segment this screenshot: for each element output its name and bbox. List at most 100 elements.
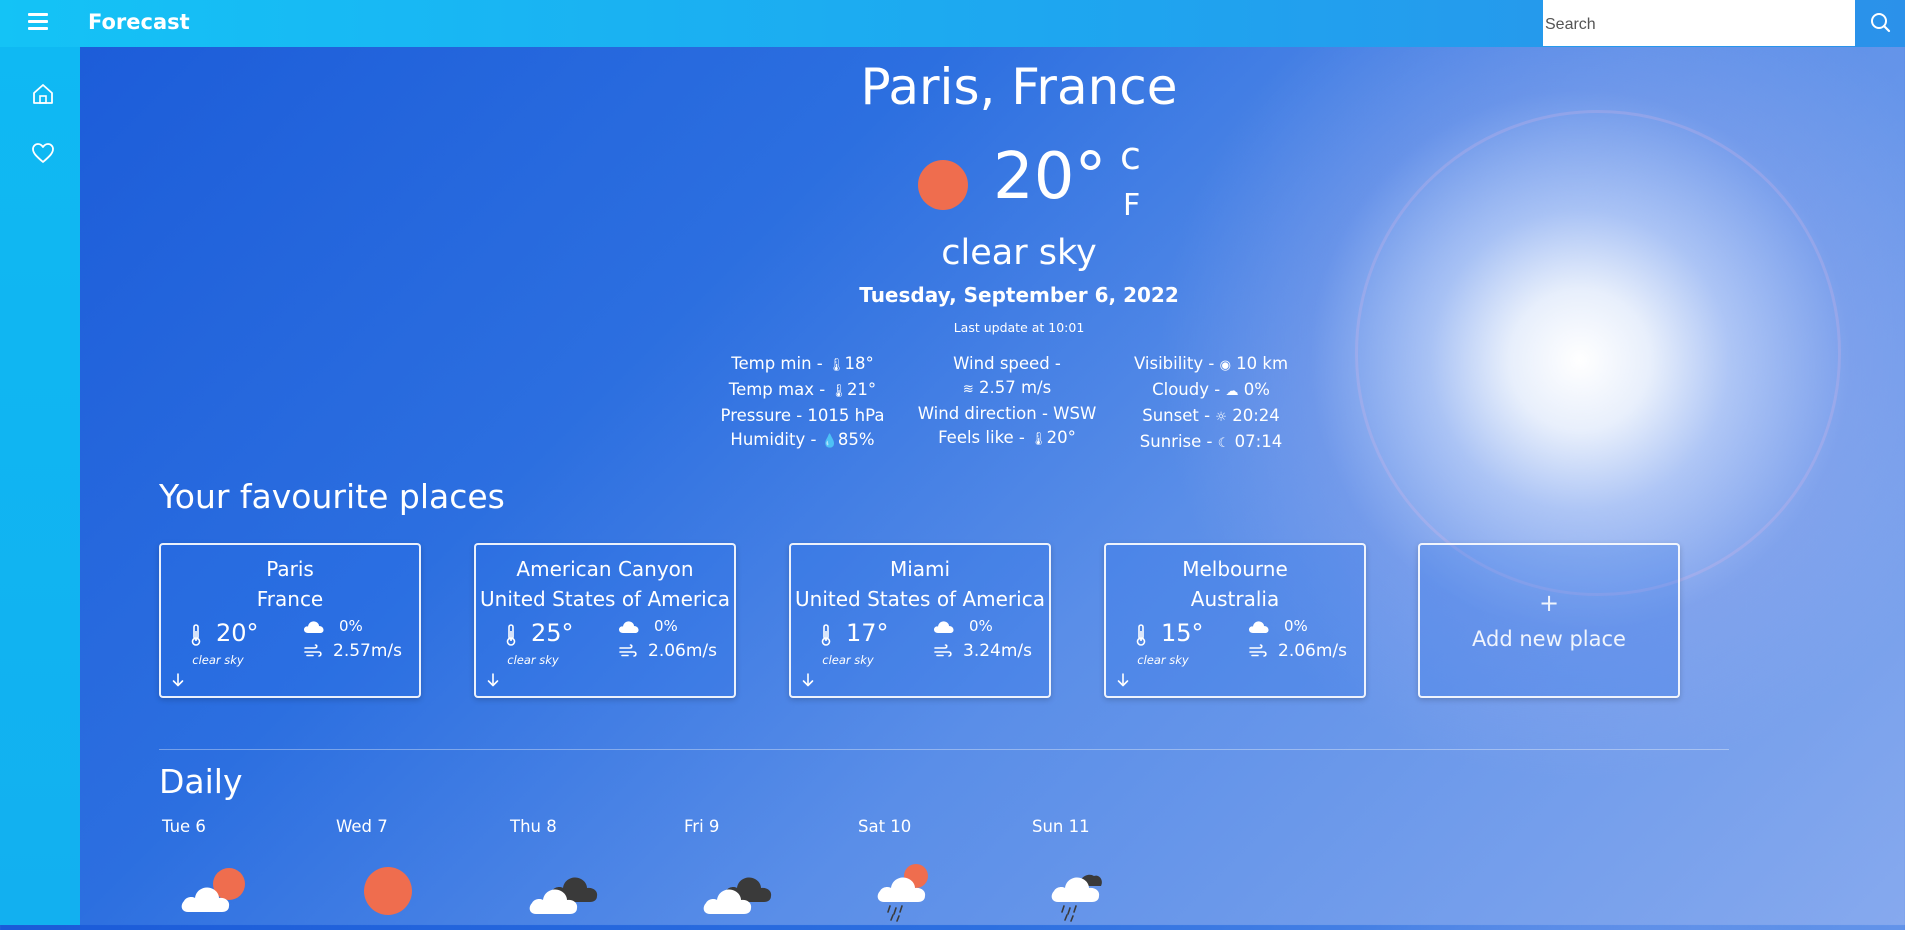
place-cloudiness: 0% [339,617,363,635]
daily-title: Daily [159,762,243,801]
place-description: clear sky [192,653,244,667]
place-country: Australia [1190,587,1280,611]
thermometer-icon [191,624,201,646]
favourite-place-card[interactable]: Melbourne Australia 15° clear sky 0% 2.0… [1104,543,1366,698]
place-city: American Canyon [516,557,694,581]
search-input[interactable] [1543,0,1855,46]
cloud-icon: ☁ [1225,384,1239,399]
place-description: clear sky [822,653,874,667]
detail-sunset: Sunset - ☼ 20:24 [1120,404,1302,430]
place-country: United States of America [795,587,1045,611]
thermometer-icon: 🌡 [828,358,845,373]
place-country: France [256,587,324,611]
place-wind-speed: 2.06m/s [648,641,717,661]
moon-icon: ☾ [1217,436,1230,451]
thermometer-icon: 🌡 [1030,432,1047,447]
daily-day-label: Thu 8 [510,817,557,836]
last-update-text: Last update at 10:01 [953,320,1085,335]
cloudy-icon [528,864,608,926]
thermometer-icon [1136,624,1146,646]
search-button[interactable] [1855,0,1905,46]
heart-icon [32,143,54,163]
place-city: Paris [266,557,314,581]
add-new-place-card[interactable]: + Add new place [1418,543,1680,698]
place-city: Melbourne [1182,557,1288,581]
favourite-place-card[interactable]: American Canyon United States of America… [474,543,736,698]
rain-cloud-icon [1050,864,1130,926]
daily-day-label: Tue 6 [162,817,206,836]
detail-feels-like: Feels like - 🌡20° [912,426,1102,452]
daily-day-label: Sun 11 [1032,817,1090,836]
partly-cloudy-sun-icon [180,864,260,926]
place-cloudiness: 0% [1284,617,1308,635]
place-temperature: 20° [216,619,259,647]
current-city-title: Paris, France [860,58,1178,116]
thermometer-icon [506,624,516,646]
daily-day-label: Sat 10 [858,817,912,836]
wind-icon [934,644,952,657]
favourite-place-card[interactable]: Paris France 20° clear sky 0% 2.57m/s [159,543,421,698]
detail-visibility: Visibility - ◉ 10 km [1120,352,1302,378]
add-new-place-label: Add new place [1472,627,1626,651]
place-description: clear sky [507,653,559,667]
place-wind-speed: 2.57m/s [333,641,402,661]
section-divider [159,749,1729,750]
cloud-icon [1249,621,1269,633]
place-cloudiness: 0% [654,617,678,635]
top-bar: Forecast [0,0,1905,47]
hamburger-menu-icon[interactable] [26,10,52,34]
wind-icon [1249,644,1267,657]
wind-icon: ≋ [962,382,974,397]
place-temperature: 25° [531,619,574,647]
app-title: Forecast [88,10,190,34]
sidebar [0,47,80,925]
place-cloudiness: 0% [969,617,993,635]
detail-pressure: Pressure - 1015 hPa [720,406,885,425]
wind-icon [304,644,322,657]
arrow-down-icon[interactable] [1116,672,1130,688]
daily-day-label: Fri 9 [684,817,720,836]
eye-icon: ◉ [1219,358,1231,373]
weather-description: clear sky [941,233,1097,273]
unit-celsius-toggle[interactable]: c [1120,134,1141,178]
arrow-down-icon[interactable] [486,672,500,688]
sidebar-item-favourites[interactable] [28,138,58,168]
plus-icon: + [1538,589,1560,617]
detail-temp-min: Temp min - 🌡18° [715,352,890,378]
unit-fahrenheit-toggle[interactable]: F [1123,188,1140,223]
thermometer-icon [821,624,831,646]
details-column-3: Visibility - ◉ 10 km Cloudy - ☁ 0% Sunse… [1120,352,1302,456]
favourite-place-card[interactable]: Miami United States of America 17° clear… [789,543,1051,698]
place-wind-speed: 3.24m/s [963,641,1032,661]
search-icon [1871,13,1891,33]
place-temperature: 17° [846,619,889,647]
daily-day-label: Wed 7 [336,817,388,836]
arrow-down-icon[interactable] [801,672,815,688]
rain-sun-icon [876,864,956,926]
favourites-title: Your favourite places [159,477,505,516]
droplet-icon: 💧 [821,434,838,449]
detail-wind-speed: ≋ 2.57 m/s [912,376,1102,402]
detail-cloudy: Cloudy - ☁ 0% [1120,378,1302,404]
cloudy-icon [702,864,782,926]
arrow-down-icon[interactable] [171,672,185,688]
current-temperature: 20° [993,140,1107,214]
detail-temp-max: Temp max - 🌡21° [715,378,890,404]
current-date: Tuesday, September 6, 2022 [859,283,1179,307]
wind-icon [619,644,637,657]
detail-sunrise: Sunrise - ☾ 07:14 [1120,430,1302,456]
cloud-icon [934,621,954,633]
details-column-1: Temp min - 🌡18° Temp max - 🌡21° Pressure… [715,352,890,454]
detail-wind-direction: Wind direction - WSW [917,404,1097,423]
detail-humidity: Humidity - 💧85% [715,428,890,454]
cloud-icon [304,621,324,633]
clear-sky-sun-icon [918,160,968,210]
place-temperature: 15° [1161,619,1204,647]
sun-icon: ☼ [1215,410,1227,425]
background-sun-halo [1355,110,1841,596]
place-city: Miami [889,557,951,581]
details-column-2: Wind speed - ≋ 2.57 m/s Wind direction -… [912,352,1102,452]
thermometer-icon: 🌡 [830,384,847,399]
place-wind-speed: 2.06m/s [1278,641,1347,661]
place-description: clear sky [1137,653,1189,667]
